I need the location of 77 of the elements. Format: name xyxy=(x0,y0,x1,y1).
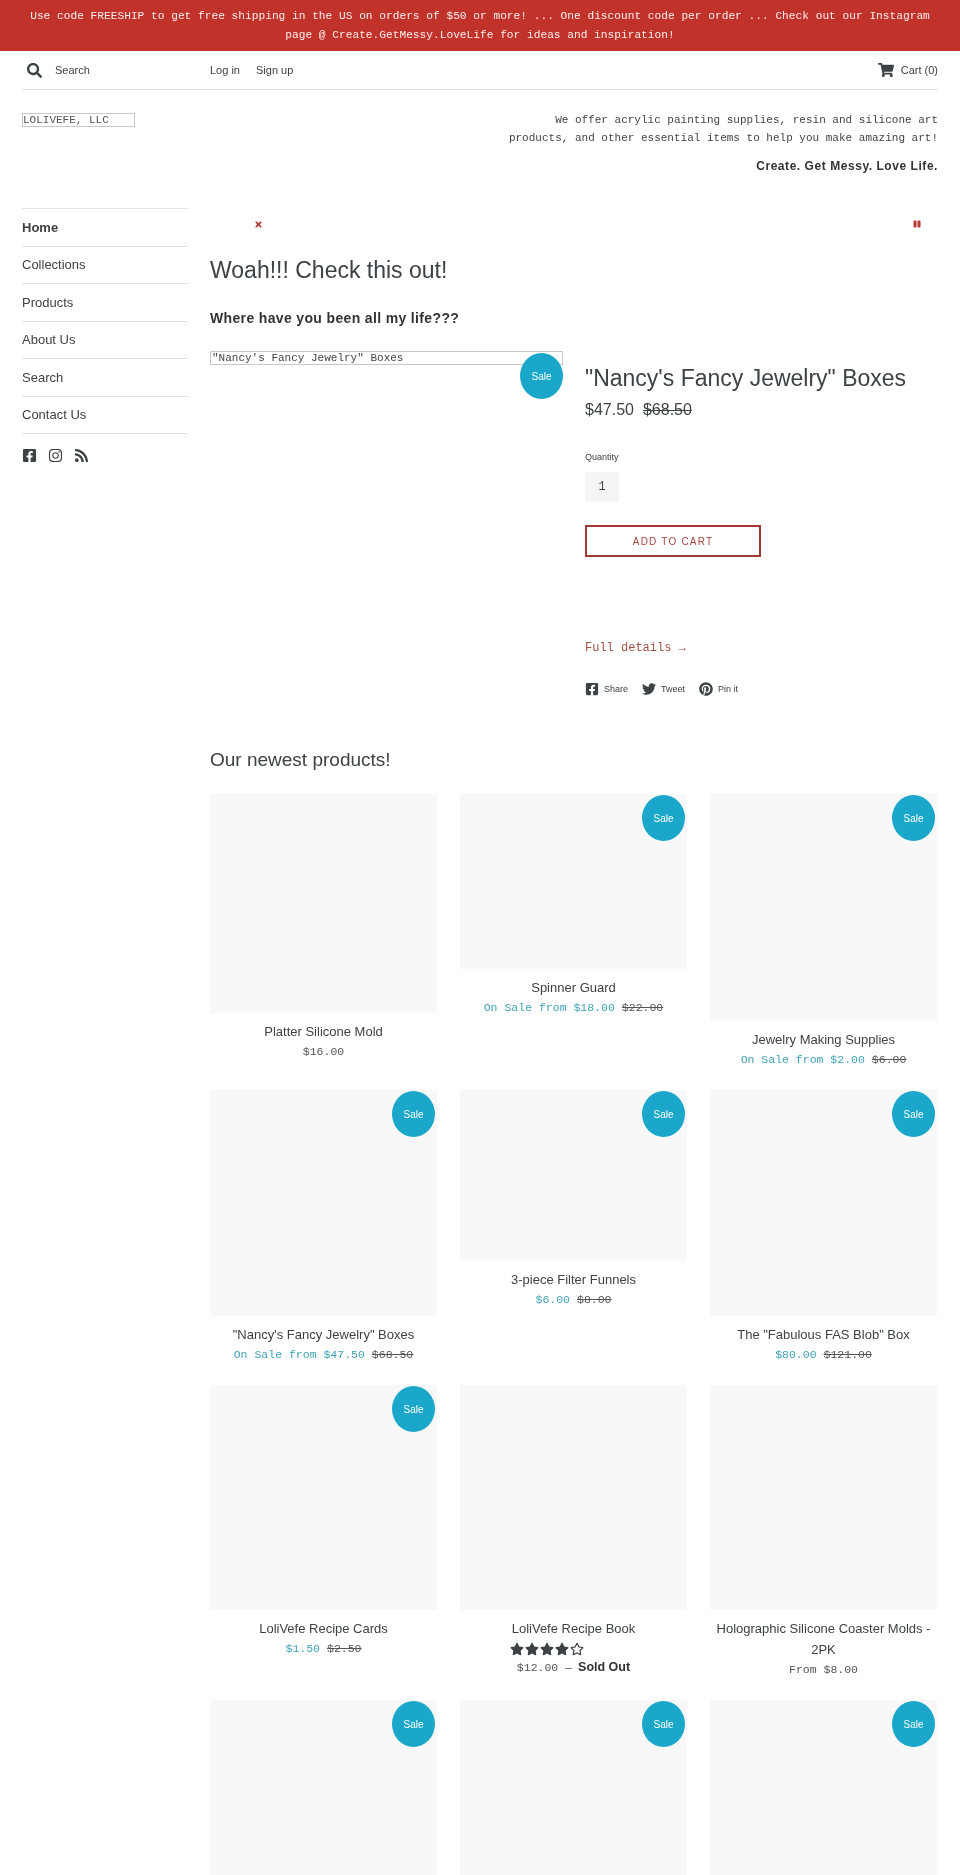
pinterest-icon xyxy=(699,682,714,696)
search-icon[interactable] xyxy=(27,62,42,78)
product-title[interactable]: Jewelry Making Supplies xyxy=(710,1029,937,1050)
product-title: "Nancy's Fancy Jewelry" Boxes xyxy=(585,364,907,392)
quantity-field[interactable]: 1 xyxy=(585,472,619,502)
cross-icon[interactable] xyxy=(254,220,263,229)
sale-badge: Sale xyxy=(520,353,563,399)
section-heading: Our newest products! xyxy=(210,748,391,772)
quantity-label: Quantity xyxy=(585,452,619,462)
product-price: From $8.00 xyxy=(789,1662,858,1678)
rss-icon[interactable] xyxy=(74,448,89,463)
product-price: On Sale from $18.00 xyxy=(483,1000,615,1016)
search-field[interactable]: Search xyxy=(55,64,165,76)
section-subheading: Where have you been all my life??? xyxy=(210,309,460,328)
compare-price: $8.00 xyxy=(577,1292,612,1308)
instagram-icon[interactable] xyxy=(48,448,63,463)
product-price: $1.50 xyxy=(285,1641,320,1657)
account-link[interactable]: Log in xyxy=(210,64,240,76)
announcement-text: Use code FREESHIP to get free shipping in the US on orders of $50 or more! ... One discount code per order ... Check out our Instagram page @ Create.GetMessy.LoveLife for ideas and inspiration! xyxy=(29,9,931,43)
photo-placeholder[interactable] xyxy=(460,1090,687,1261)
compare-price: $121.00 xyxy=(823,1347,872,1363)
product-price: $6.00 xyxy=(535,1292,570,1308)
pin-link[interactable]: Pin it xyxy=(699,682,739,696)
photo-placeholder[interactable] xyxy=(710,1090,937,1316)
add-to-cart-button[interactable]: ADD TO CART xyxy=(585,525,761,557)
pause-icon[interactable] xyxy=(913,220,921,228)
product-price: On Sale from $47.50 xyxy=(233,1347,365,1363)
star-icon xyxy=(540,1641,554,1656)
cart-link[interactable]: Cart (0) xyxy=(877,62,938,78)
star-icon xyxy=(555,1641,569,1656)
photo-placeholder[interactable] xyxy=(710,794,937,1021)
photo-placeholder[interactable] xyxy=(210,1090,437,1316)
photo-placeholder[interactable] xyxy=(460,794,687,969)
sidebar-link[interactable]: Products xyxy=(22,284,188,322)
cart-icon xyxy=(877,62,894,78)
photo-placeholder[interactable] xyxy=(210,1385,437,1610)
product-title[interactable]: LoliVefe Recipe Cards xyxy=(210,1618,437,1639)
compare-price: $22.00 xyxy=(621,1000,664,1016)
product-title[interactable]: Spinner Guard xyxy=(460,977,687,998)
sidebar-link[interactable]: Contact Us xyxy=(22,396,188,434)
star-icon xyxy=(525,1641,539,1656)
product-title[interactable]: Holographic Silicone Coaster Molds - 2PK xyxy=(710,1618,937,1660)
full-details-link[interactable]: Full details → xyxy=(585,640,686,656)
logo-alt-text[interactable]: LOLIVEFE, LLC xyxy=(22,113,135,127)
motto-text: Create. Get Messy. Love Life. xyxy=(756,158,938,174)
product-price: $47.50 xyxy=(585,400,634,420)
share-link[interactable]: Share xyxy=(585,682,629,696)
star-icon xyxy=(510,1641,524,1656)
sold-out-label: Sold Out xyxy=(578,1660,631,1674)
sidebar-link[interactable]: About Us xyxy=(22,321,188,359)
compare-price: $68.50 xyxy=(642,400,692,420)
facebook-icon xyxy=(585,682,599,696)
product-price: $80.00 xyxy=(775,1347,817,1363)
compare-price: $2.50 xyxy=(327,1641,362,1657)
compare-price: $68.50 xyxy=(371,1347,414,1363)
product-price: $12.00 — xyxy=(516,1660,573,1676)
photo-placeholder[interactable] xyxy=(210,1700,437,1875)
product-price: $16.00 xyxy=(302,1044,345,1060)
compare-price: $6.00 xyxy=(871,1052,907,1068)
facebook-icon[interactable] xyxy=(22,448,37,463)
account-link[interactable]: Sign up xyxy=(256,64,294,76)
sidebar-link[interactable]: Search xyxy=(22,359,188,397)
bird-icon xyxy=(642,682,657,696)
sidebar-link[interactable]: Collections xyxy=(22,246,188,284)
product-title[interactable]: "Nancy's Fancy Jewelry" Boxes xyxy=(210,1324,437,1345)
product-price: On Sale from $2.00 xyxy=(740,1052,865,1068)
photo-placeholder[interactable] xyxy=(460,1700,687,1875)
sidebar-link[interactable]: Home xyxy=(22,209,188,247)
tweet-link[interactable]: Tweet xyxy=(642,682,686,696)
section-heading: Woah!!! Check this out! xyxy=(210,256,448,285)
product-title[interactable]: 3-piece Filter Funnels xyxy=(460,1269,687,1290)
product-title[interactable]: Platter Silicone Mold xyxy=(210,1021,437,1042)
product-title[interactable]: The "Fabulous FAS Blob" Box xyxy=(710,1324,937,1345)
photo-placeholder[interactable] xyxy=(710,1700,937,1875)
star-outline-icon xyxy=(570,1641,584,1656)
tagline-text: We offer acrylic painting supplies, resin and silicone art products, and other essential items to help you make amazing art! xyxy=(507,113,938,146)
product-title[interactable]: LoliVefe Recipe Book xyxy=(460,1618,687,1639)
